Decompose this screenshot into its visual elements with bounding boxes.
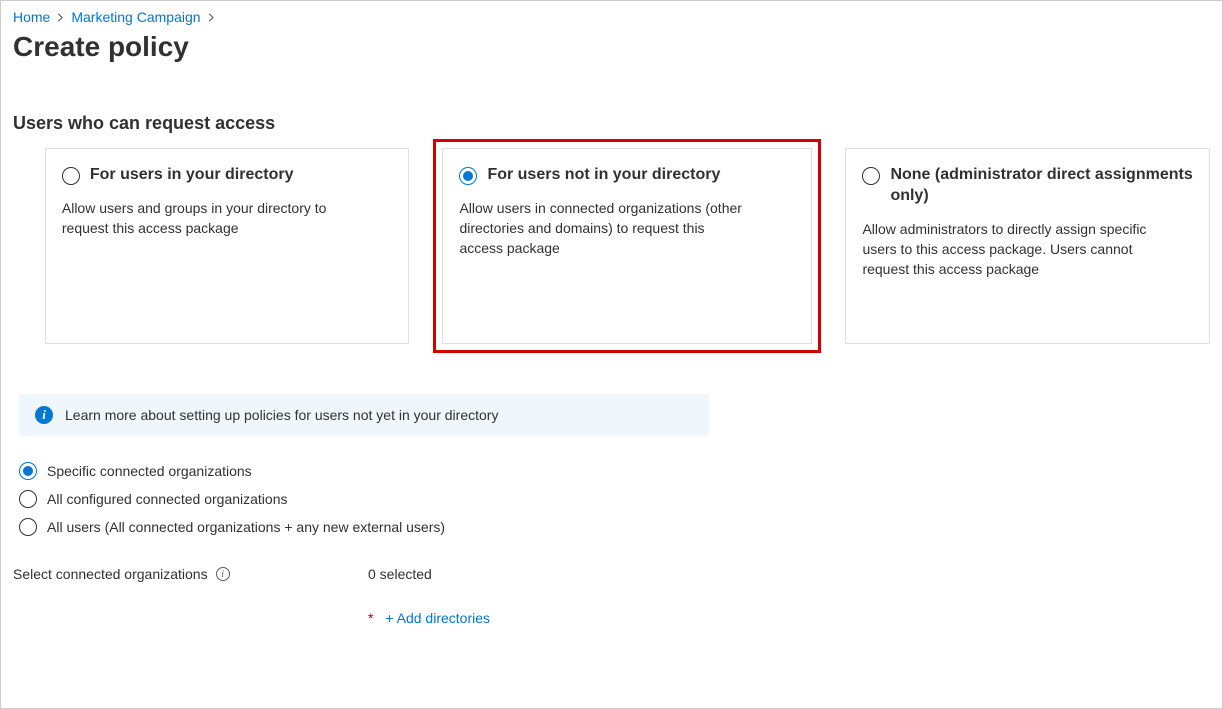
info-icon: i bbox=[35, 406, 53, 424]
card-description: Allow administrators to directly assign … bbox=[862, 219, 1182, 280]
chevron-right-icon bbox=[56, 13, 65, 22]
card-description: Allow users and groups in your directory… bbox=[62, 198, 352, 239]
card-not-in-directory[interactable]: For users not in your directory Allow us… bbox=[442, 148, 812, 344]
page-title: Create policy bbox=[13, 31, 1210, 63]
add-directories-link[interactable]: + Add directories bbox=[385, 610, 490, 626]
connected-orgs-label: Select connected organizations bbox=[13, 566, 208, 582]
radio-icon[interactable] bbox=[19, 518, 37, 536]
info-banner[interactable]: i Learn more about setting up policies f… bbox=[19, 394, 709, 436]
info-banner-text: Learn more about setting up policies for… bbox=[65, 407, 498, 423]
section-title-users: Users who can request access bbox=[13, 113, 1210, 134]
radio-icon[interactable] bbox=[62, 167, 80, 185]
card-title: For users in your directory bbox=[90, 165, 294, 186]
radio-label: All configured connected organizations bbox=[47, 491, 288, 507]
card-title: For users not in your directory bbox=[487, 165, 720, 186]
radio-option-all-users[interactable]: All users (All connected organizations +… bbox=[19, 518, 1210, 536]
breadcrumb-link-marketing-campaign[interactable]: Marketing Campaign bbox=[71, 9, 200, 25]
selected-count-text: 0 selected bbox=[368, 566, 490, 582]
radio-label: Specific connected organizations bbox=[47, 463, 252, 479]
info-icon[interactable]: i bbox=[216, 567, 230, 581]
scope-radio-group: Specific connected organizations All con… bbox=[19, 462, 1210, 536]
required-marker: * bbox=[368, 610, 373, 626]
card-highlight: For users not in your directory Allow us… bbox=[433, 139, 821, 353]
option-cards: For users in your directory Allow users … bbox=[13, 148, 1210, 344]
card-description: Allow users in connected organizations (… bbox=[459, 198, 749, 259]
card-in-directory[interactable]: For users in your directory Allow users … bbox=[45, 148, 410, 344]
radio-icon[interactable] bbox=[459, 167, 477, 185]
radio-icon[interactable] bbox=[19, 462, 37, 480]
chevron-right-icon bbox=[207, 13, 216, 22]
radio-option-all-configured[interactable]: All configured connected organizations bbox=[19, 490, 1210, 508]
breadcrumb-link-home[interactable]: Home bbox=[13, 9, 50, 25]
breadcrumb: Home Marketing Campaign bbox=[13, 9, 1210, 25]
card-none[interactable]: None (administrator direct assignments o… bbox=[845, 148, 1210, 344]
radio-label: All users (All connected organizations +… bbox=[47, 519, 445, 535]
radio-icon[interactable] bbox=[862, 167, 880, 185]
radio-option-specific[interactable]: Specific connected organizations bbox=[19, 462, 1210, 480]
connected-orgs-label-row: Select connected organizations i bbox=[13, 566, 368, 582]
radio-icon[interactable] bbox=[19, 490, 37, 508]
card-title: None (administrator direct assignments o… bbox=[890, 165, 1193, 207]
